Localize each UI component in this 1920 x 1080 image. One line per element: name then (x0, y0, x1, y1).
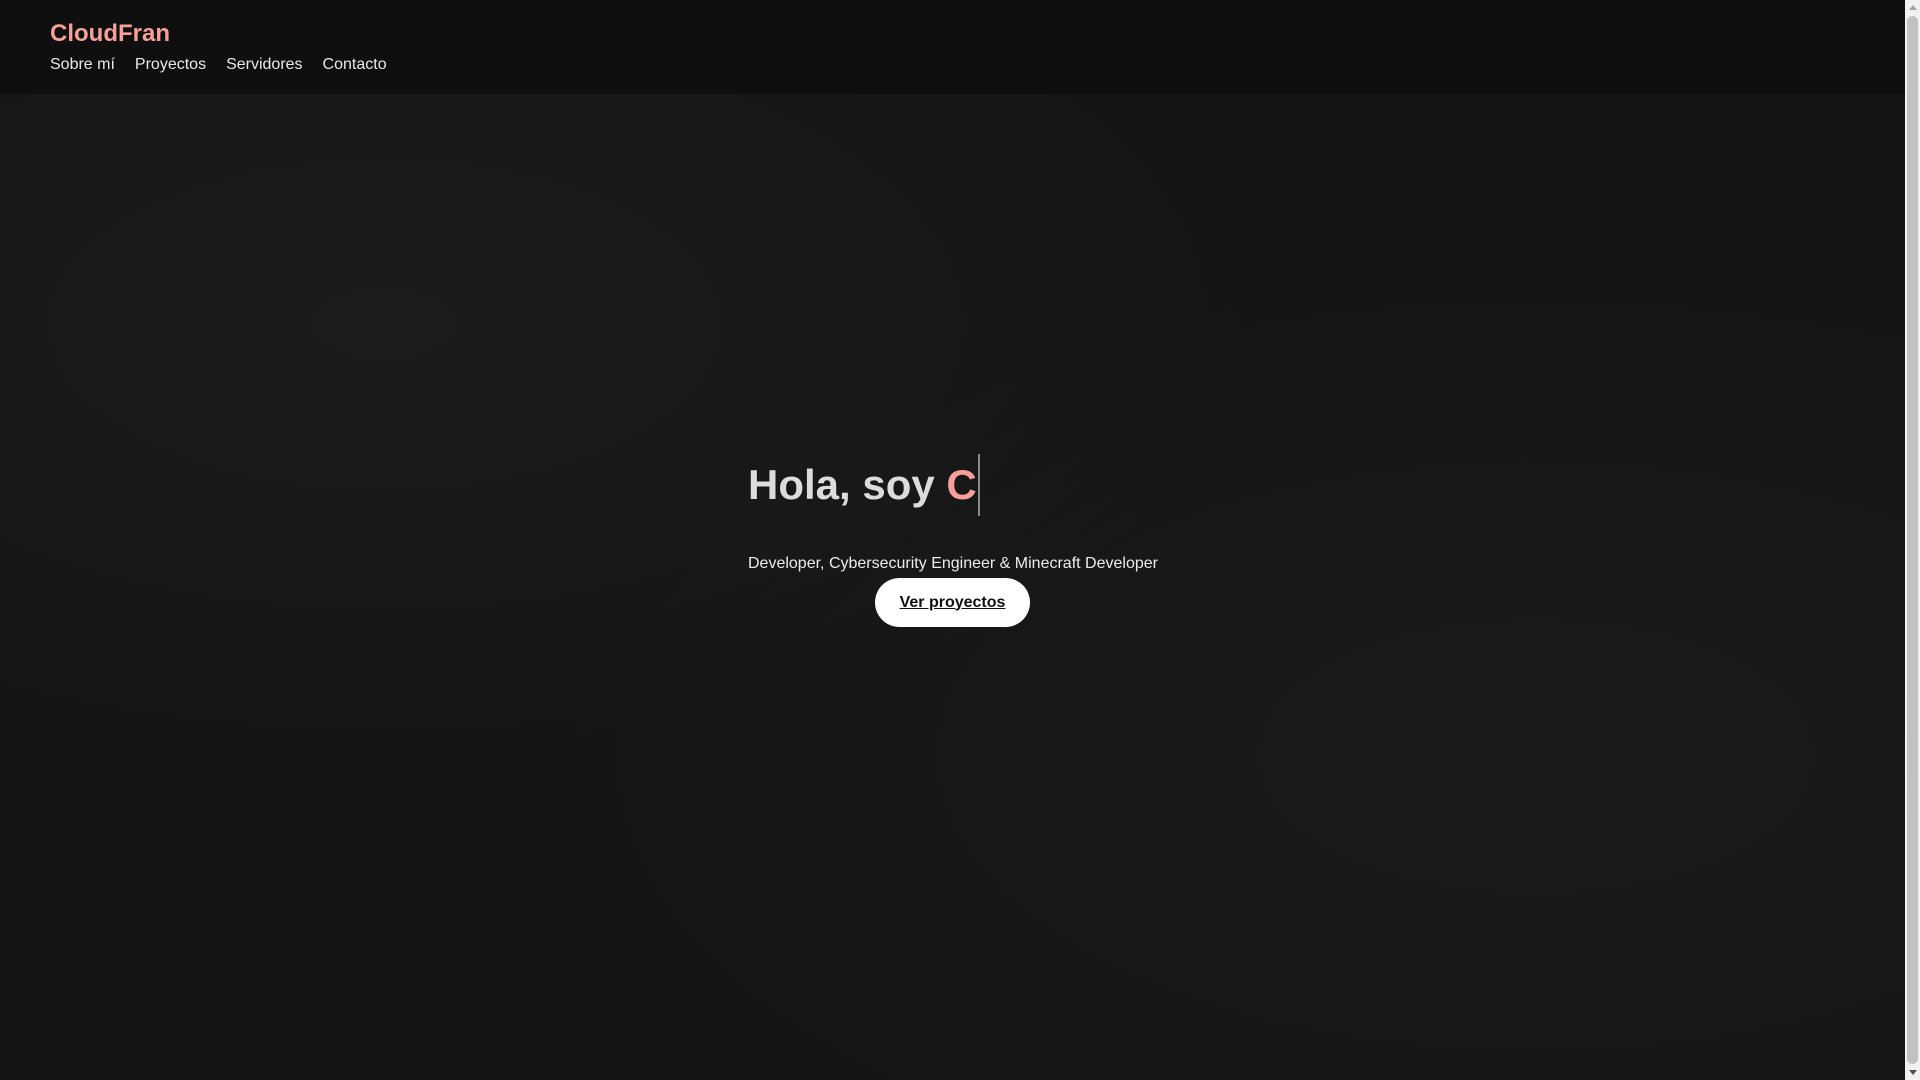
typing-cursor (977, 454, 980, 516)
main-nav: Sobre mí Proyectos Servidores Contacto (50, 56, 387, 74)
nav-link-contacto[interactable]: Contacto (323, 56, 387, 74)
ver-proyectos-button[interactable]: Ver proyectos (875, 578, 1030, 627)
nav-link-proyectos[interactable]: Proyectos (135, 56, 206, 74)
hero-section: Hola, soy C Developer, Cybersecurity Eng… (748, 454, 1168, 572)
nav-link-servidores[interactable]: Servidores (226, 56, 302, 74)
hero-greeting: Hola, soy (748, 461, 947, 508)
hero-subtitle: Developer, Cybersecurity Engineer & Mine… (748, 555, 1158, 572)
page-viewport: CloudFran Sobre mí Proyectos Servidores … (0, 0, 1920, 1080)
vertical-scrollbar[interactable] (1905, 0, 1920, 1080)
scrollbar-thumb[interactable] (1907, 16, 1918, 1064)
nav-link-sobre-mi[interactable]: Sobre mí (50, 56, 115, 74)
scroll-down-arrow-icon[interactable] (1909, 1070, 1917, 1075)
brand-logo-link[interactable]: CloudFran (50, 20, 170, 48)
scroll-up-arrow-icon[interactable] (1909, 5, 1917, 10)
site-header: CloudFran Sobre mí Proyectos Servidores … (0, 0, 1905, 94)
hero-typed-name: C (946, 461, 977, 508)
hero-title: Hola, soy C (748, 454, 1168, 516)
